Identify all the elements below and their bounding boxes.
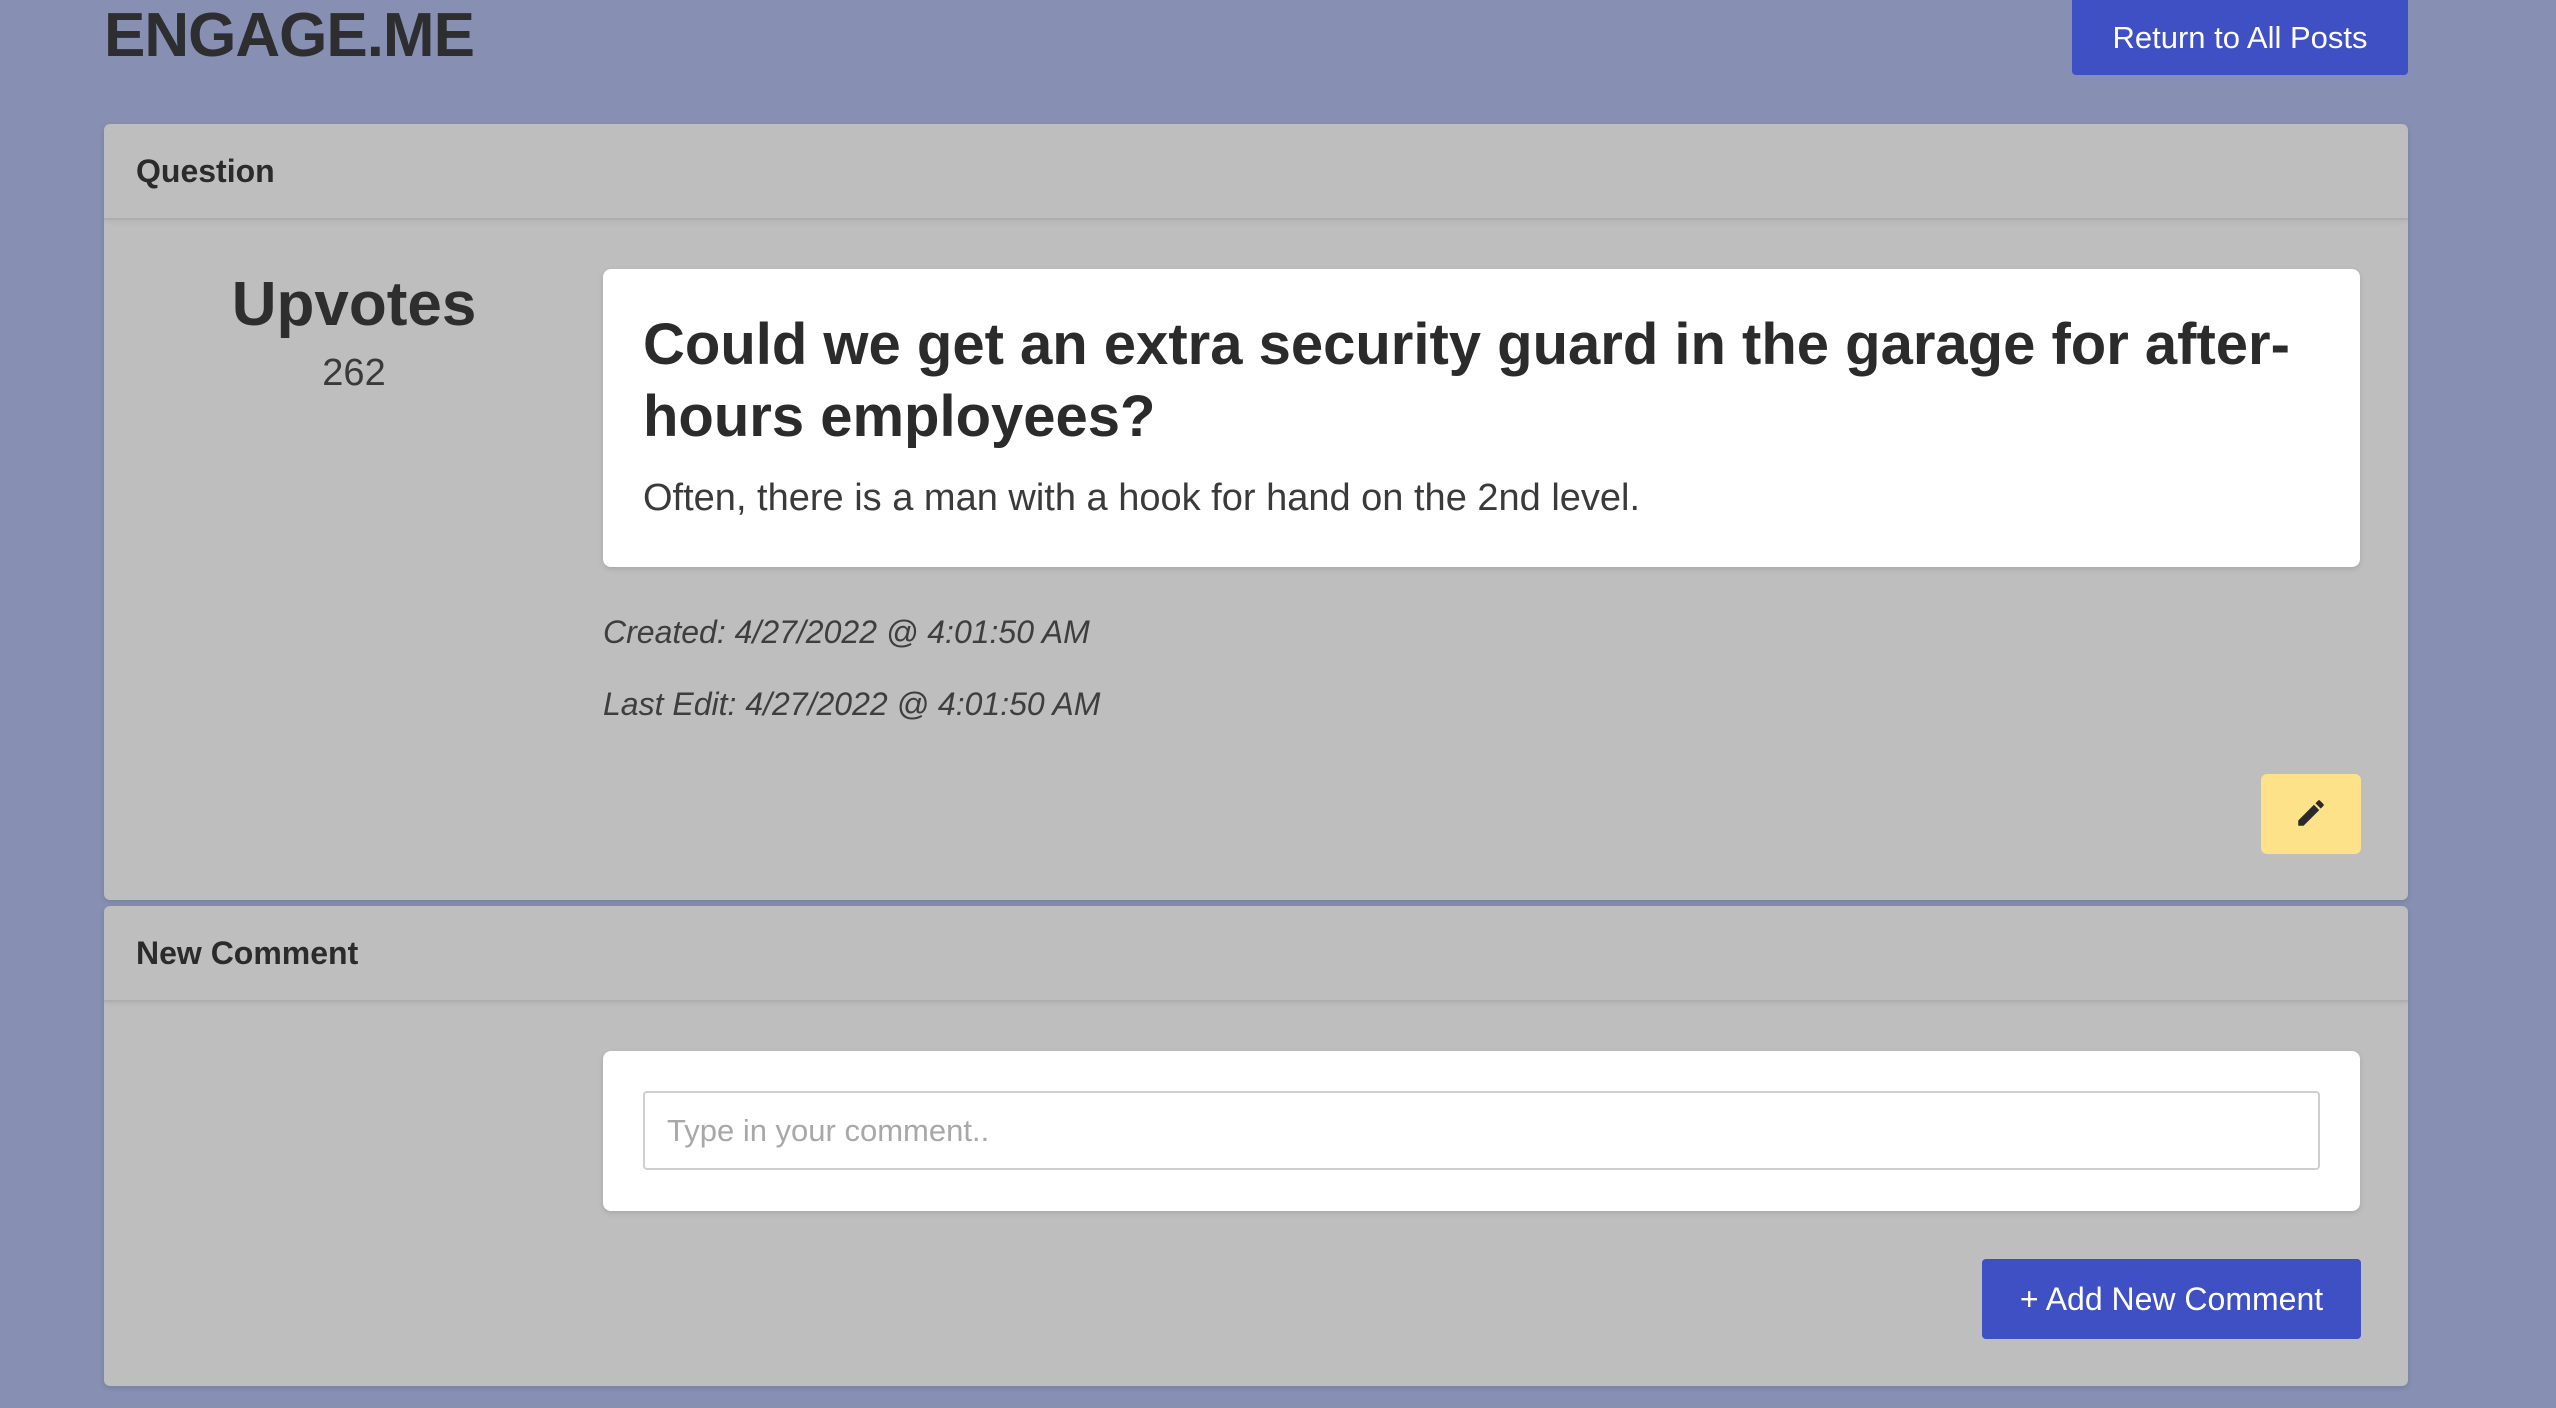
upvotes-count: 262 xyxy=(322,352,386,394)
post-content: Could we get an extra security guard in … xyxy=(603,269,2360,567)
brand-title: ENGAGE.ME xyxy=(104,1,475,70)
question-card: Question Upvotes 262 Could we get an ext… xyxy=(104,124,2408,900)
pencil-icon xyxy=(2294,796,2328,833)
question-card-header: Question xyxy=(104,124,2408,220)
post-title: Could we get an extra security guard in … xyxy=(643,312,2290,449)
return-to-all-posts-button[interactable]: Return to All Posts xyxy=(2072,0,2408,75)
edit-post-button[interactable] xyxy=(2261,774,2361,854)
comment-input[interactable] xyxy=(643,1091,2320,1170)
new-comment-card: New Comment + Add New Comment xyxy=(104,906,2408,1386)
comment-input-container xyxy=(603,1051,2360,1211)
created-timestamp: Created: 4/27/2022 @ 4:01:50 AM xyxy=(603,614,1090,650)
new-comment-card-header: New Comment xyxy=(104,906,2408,1002)
post-body: Often, there is a man with a hook for ha… xyxy=(643,477,1641,519)
last-edit-timestamp: Last Edit: 4/27/2022 @ 4:01:50 AM xyxy=(603,686,1101,722)
upvotes-label: Upvotes xyxy=(231,270,477,339)
add-new-comment-button[interactable]: + Add New Comment xyxy=(1982,1259,2361,1339)
